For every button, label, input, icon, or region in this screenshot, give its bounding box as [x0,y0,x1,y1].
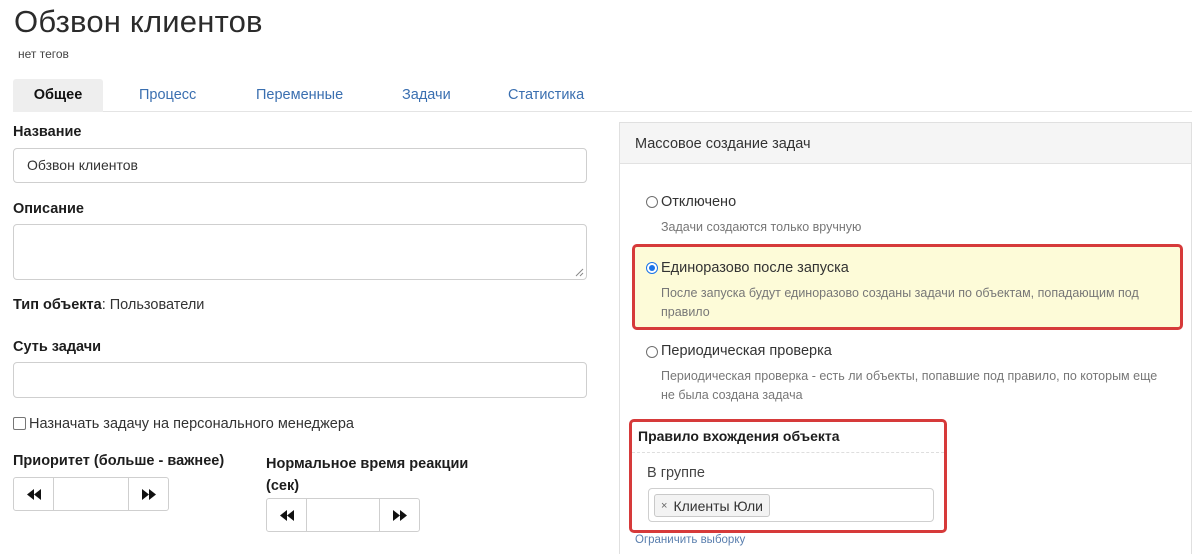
double-left-arrow-icon [279,509,294,521]
double-right-arrow-icon [392,509,407,521]
name-input[interactable]: Обзвон клиентов [13,148,587,183]
name-label: Название [13,124,82,140]
option-once-label[interactable]: Единоразово после запуска [661,260,849,276]
tab-process[interactable]: Процесс [139,79,196,112]
tab-statistics[interactable]: Статистика [508,79,584,112]
object-type-value: Пользователи [109,297,205,313]
task-essence-label: Суть задачи [13,339,102,355]
page-title: Обзвон клиентов [14,4,263,39]
description-textarea[interactable] [13,224,587,280]
radio-periodic-check[interactable] [646,346,658,358]
priority-decrease-button[interactable] [14,478,54,510]
double-right-arrow-icon [141,488,156,500]
option-once-description-line1: После запуска будут единоразово созданы … [661,286,1139,300]
mass-creation-title: Массовое создание задач [635,136,811,152]
priority-stepper [13,477,169,511]
reaction-time-label-line1: Нормальное время реакции [266,456,469,472]
inclusion-rule-divider [632,452,944,453]
assign-manager-label: Назначать задачу на персонального менедж… [29,416,354,432]
tab-bar: Общее Процесс Переменные Задачи Статисти… [13,79,1192,112]
option-periodic-description-line2: не была создана задача [661,388,803,402]
name-input-value: Обзвон клиентов [27,157,138,173]
group-chip: × Клиенты Юли [654,494,770,517]
option-disabled-description: Задачи создаются только вручную [661,220,862,234]
tab-variables[interactable]: Переменные [256,79,343,112]
option-disabled-label[interactable]: Отключено [661,194,736,210]
inclusion-rule-title: Правило вхождения объекта [638,428,840,444]
reaction-increase-button[interactable] [379,499,419,531]
assign-manager-checkbox[interactable] [13,417,26,430]
object-type-colon: : [101,297,110,313]
resize-grip-icon[interactable] [575,268,584,277]
inclusion-rule-box: Правило вхождения объекта В группе × Кли… [629,419,947,533]
reaction-time-label-line2: (сек) [266,478,300,494]
group-chip-label: Клиенты Юли [673,497,763,514]
object-type-line: Тип объекта: Пользователи [13,297,204,313]
priority-increase-button[interactable] [128,478,168,510]
object-type-label: Тип объекта [13,297,102,313]
double-left-arrow-icon [26,488,41,500]
reaction-decrease-button[interactable] [267,499,307,531]
option-once-description: После запуска будут единоразово созданы … [661,284,1139,322]
in-group-label: В группе [647,465,705,481]
chip-remove-icon[interactable]: × [661,500,667,512]
tab-tasks[interactable]: Задачи [402,79,451,112]
radio-disabled[interactable] [646,196,658,208]
radio-once-after-start[interactable] [646,262,658,274]
limit-selection-link[interactable]: Ограничить выборку [635,534,745,546]
group-select[interactable]: × Клиенты Юли [648,488,934,522]
reaction-time-label: Нормальное время реакции (сек) [266,453,468,497]
description-label: Описание [13,201,84,217]
tags-label: нет тегов [18,47,69,61]
priority-label: Приоритет (больше - важнее) [13,453,225,469]
option-periodic-description-line1: Периодическая проверка - есть ли объекты… [661,369,1158,383]
tab-general[interactable]: Общее [13,79,103,112]
option-periodic-label[interactable]: Периодическая проверка [661,343,832,359]
reaction-time-stepper [266,498,420,532]
task-essence-input[interactable] [13,362,587,398]
option-once-description-line2: правило [661,305,710,319]
mass-creation-header: Массовое создание задач [620,123,1191,164]
option-periodic-description: Периодическая проверка - есть ли объекты… [661,367,1157,405]
